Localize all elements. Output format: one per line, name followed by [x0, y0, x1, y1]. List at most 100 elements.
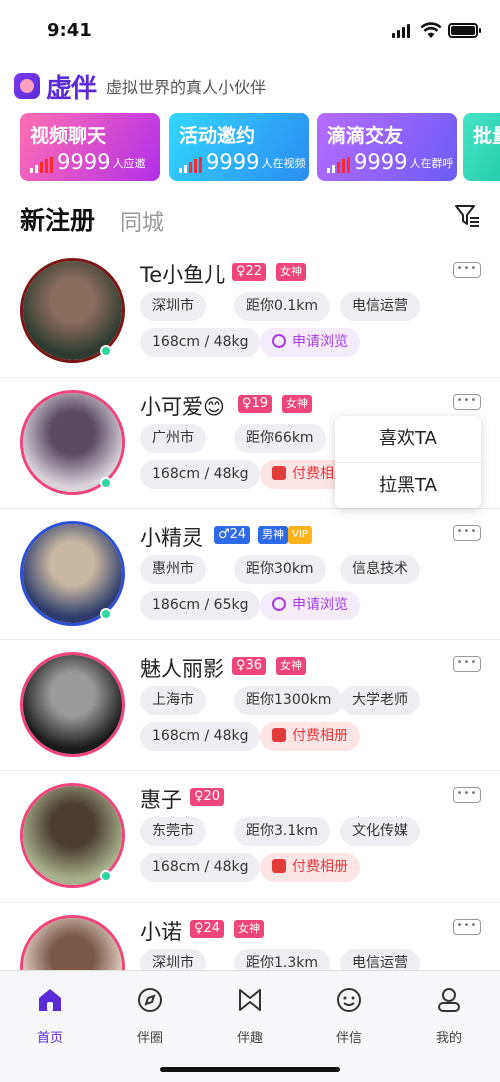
tab-label: 伴趣 [236, 1031, 263, 1046]
banner-card[interactable]: 批量 [463, 113, 500, 181]
profile-icon [438, 988, 460, 1012]
title-badge: 男神 [258, 526, 288, 544]
tab-4[interactable]: 我的 [419, 985, 479, 1046]
title-badge: 女神 [276, 263, 306, 281]
title-badge: 女神 [282, 395, 312, 413]
gift-icon [272, 859, 286, 873]
signal-bars-icon [179, 157, 202, 173]
paid-album-button[interactable]: 付费相册 [260, 853, 360, 882]
lock-icon [272, 334, 286, 348]
user-name[interactable]: 小诺 [140, 916, 182, 946]
gift-icon [272, 466, 286, 480]
bottom-tab-bar: 首页 伴圈 伴趣 伴信 我的 [0, 970, 500, 1082]
home-indicator [160, 1067, 340, 1072]
more-options-button[interactable]: ••• [453, 262, 481, 278]
banner-count: 9999 [57, 150, 111, 174]
online-status-dot [100, 870, 112, 882]
user-name[interactable]: 惠子 [140, 784, 182, 814]
status-time: 9:41 [47, 20, 92, 41]
cellular-signal-icon [392, 24, 410, 38]
user-name[interactable]: Te小鱼儿 [140, 259, 225, 289]
gender-symbol: ♀ [194, 789, 204, 804]
banner-card[interactable]: 活动邀约 9999 人在视频 [169, 113, 309, 181]
filter-icon[interactable] [453, 202, 481, 230]
status-bar: 9:41 [0, 0, 500, 60]
tab-2[interactable]: 伴趣 [220, 985, 280, 1046]
signal-bars-icon [327, 157, 350, 173]
body-stats-chip: 168cm / 48kg [140, 460, 261, 489]
action-label: 申请浏览 [292, 334, 348, 350]
more-options-button[interactable]: ••• [453, 787, 481, 803]
home-icon [39, 989, 61, 1011]
age-value: 22 [245, 264, 263, 279]
menu-item-like[interactable]: 喜欢TA [335, 416, 481, 462]
occupation-chip: 文化传媒 [340, 817, 420, 846]
city-chip: 惠州市 [140, 555, 206, 584]
gender-age-tag: ♀22 [232, 263, 267, 281]
banner-card[interactable]: 滴滴交友 9999 人在群呼 [317, 113, 457, 181]
section-subtitle[interactable]: 同城 [120, 205, 164, 237]
action-label: 付费相册 [292, 859, 348, 875]
gender-symbol: ♀ [236, 264, 246, 279]
gender-age-tag: ♀36 [232, 657, 267, 675]
gender-age-tag: ♀24 [190, 920, 225, 938]
banner-title: 活动邀约 [179, 125, 256, 147]
online-status-dot [100, 608, 112, 620]
banner-count: 9999 [206, 150, 260, 174]
tab-0[interactable]: 首页 [20, 985, 80, 1046]
user-card[interactable]: 魅人丽影 ♀36 女神 ••• 上海市 距你1300km 大学老师 168cm / 48kg 付… [0, 639, 500, 770]
tab-1[interactable]: 伴圈 [120, 985, 180, 1046]
banner-card[interactable]: 视频聊天 9999 人应邀 [20, 113, 160, 181]
age-value: 36 [245, 658, 263, 673]
age-value: 24 [203, 921, 221, 936]
apply-browse-button[interactable]: 申请浏览 [260, 328, 360, 357]
vip-badge: VIP [288, 526, 312, 544]
more-options-button[interactable]: ••• [453, 525, 481, 541]
user-name[interactable]: 小精灵 [140, 522, 203, 552]
avatar-photo [23, 655, 122, 754]
banner-unit: 人在群呼 [409, 157, 454, 170]
brand-header: 虚伴 虚拟世界的真人小伙伴 [14, 70, 266, 104]
user-name[interactable]: 小可爱😊 [140, 391, 225, 421]
more-options-button[interactable]: ••• [453, 919, 481, 935]
gender-age-tag: ♂24 [214, 526, 251, 544]
more-options-button[interactable]: ••• [453, 656, 481, 672]
section-title[interactable]: 新注册 [20, 201, 95, 237]
tab-3[interactable]: 伴信 [319, 985, 379, 1046]
apply-browse-button[interactable]: 申请浏览 [260, 591, 360, 620]
banner-unit: 人应邀 [112, 157, 146, 170]
city-chip: 东莞市 [140, 817, 206, 846]
user-card[interactable]: 惠子 ♀20 ••• 东莞市 距你3.1km 文化传媒 168cm / 48kg 付费相册 [0, 770, 500, 901]
gender-age-tag: ♀19 [238, 395, 273, 413]
banner-title: 批量 [473, 125, 500, 147]
paid-album-button[interactable]: 付费相册 [260, 722, 360, 751]
user-card[interactable]: Te小鱼儿 ♀22 女神 ••• 深圳市 距你0.1km 电信运营 168cm / 48kg 申… [0, 246, 500, 377]
age-value: 24 [229, 527, 247, 542]
banner-count: 9999 [354, 150, 408, 174]
compass-icon [138, 988, 162, 1012]
banner-stat: 9999 人应邀 [30, 151, 145, 173]
tab-label: 伴信 [335, 1031, 362, 1046]
online-status-dot [100, 477, 112, 489]
user-name[interactable]: 魅人丽影 [140, 653, 224, 683]
avatar[interactable] [20, 652, 125, 757]
banner-title: 滴滴交友 [327, 125, 404, 147]
action-label: 付费相册 [292, 728, 348, 744]
body-stats-chip: 168cm / 48kg [140, 853, 261, 882]
gender-symbol: ♀ [194, 921, 204, 936]
body-stats-chip: 168cm / 48kg [140, 328, 261, 357]
online-status-dot [100, 345, 112, 357]
lock-icon [272, 597, 286, 611]
gender-symbol: ♂ [218, 527, 230, 542]
menu-item-block[interactable]: 拉黑TA [335, 462, 481, 508]
city-chip: 深圳市 [140, 292, 206, 321]
chat-icon [337, 988, 361, 1012]
title-badge: 女神 [276, 657, 306, 675]
distance-chip: 距你1300km [234, 686, 344, 715]
user-card[interactable]: 小精灵 ♂24 男神 VIP ••• 惠州市 距你30km 信息技术 186cm / 65kg 申… [0, 508, 500, 639]
app-logo-icon [14, 73, 40, 99]
body-stats-chip: 186cm / 65kg [140, 591, 261, 620]
gender-symbol: ♀ [236, 658, 246, 673]
tab-label: 伴圈 [136, 1031, 163, 1046]
more-options-button[interactable]: ••• [453, 394, 481, 410]
